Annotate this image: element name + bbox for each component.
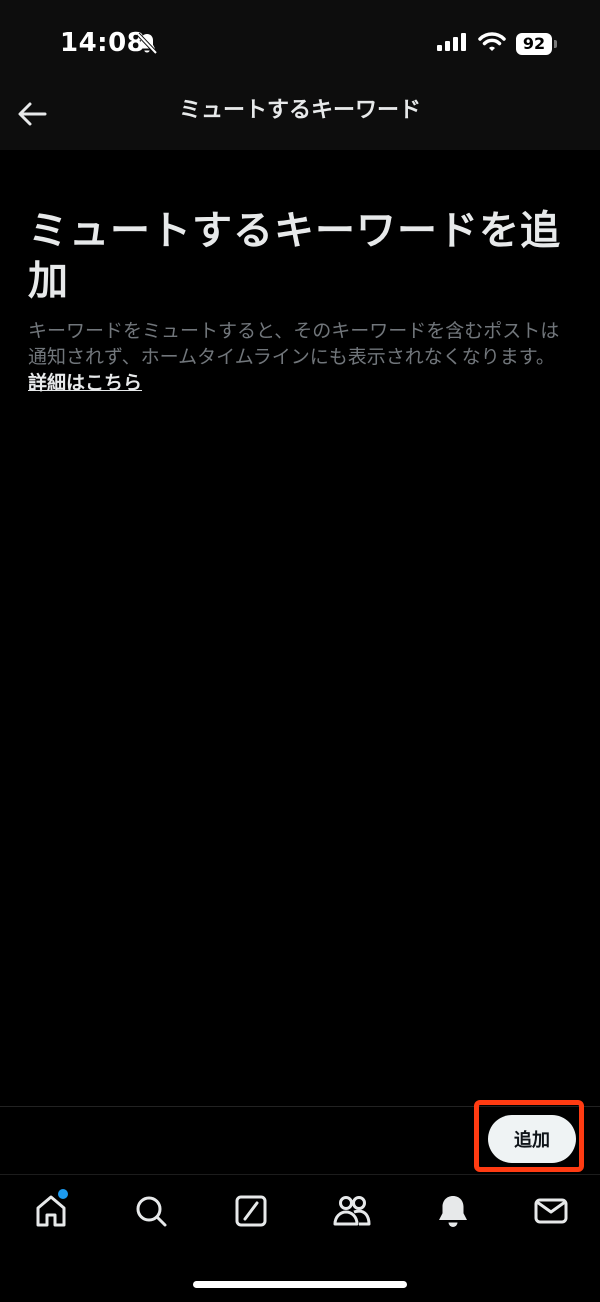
battery-icon: 92 [516, 33, 557, 55]
bell-off-icon [136, 32, 158, 60]
heading: ミュートするキーワードを追加 [28, 208, 561, 304]
wifi-icon [478, 32, 506, 56]
page-title: ミュートするキーワード [178, 98, 421, 123]
main-content: ミュートするキーワードを追加 キーワードをミュートすると、そのキーワードを含むポ… [28, 206, 573, 396]
tab-search[interactable] [129, 1191, 173, 1235]
description: キーワードをミュートすると、そのキーワードを含むポストは通知されず、ホームタイム… [28, 318, 573, 396]
description-text: キーワードをミュートすると、そのキーワードを含むポストは通知されず、ホームタイム… [28, 320, 560, 368]
status-time: 14:08 [60, 28, 146, 58]
learn-more-link[interactable]: 詳細はこちら [28, 372, 142, 394]
nav-bar: ミュートするキーワード [0, 90, 600, 150]
status-indicators: 92 [436, 32, 557, 56]
notification-badge [58, 1189, 68, 1199]
tab-notifications[interactable] [431, 1191, 475, 1235]
tab-communities[interactable] [330, 1191, 374, 1235]
tab-grok[interactable] [229, 1191, 273, 1235]
mail-icon [533, 1193, 569, 1233]
status-bar: 14:08 92 [0, 0, 600, 90]
signal-icon [436, 32, 468, 56]
add-button[interactable]: 追加 [488, 1115, 576, 1163]
people-icon [332, 1193, 372, 1233]
search-icon [133, 1193, 169, 1233]
home-indicator [193, 1281, 407, 1288]
home-icon [33, 1193, 69, 1233]
tab-messages[interactable] [529, 1191, 573, 1235]
grok-icon [233, 1193, 269, 1233]
tab-bar [0, 1174, 600, 1302]
bell-icon [435, 1193, 471, 1233]
